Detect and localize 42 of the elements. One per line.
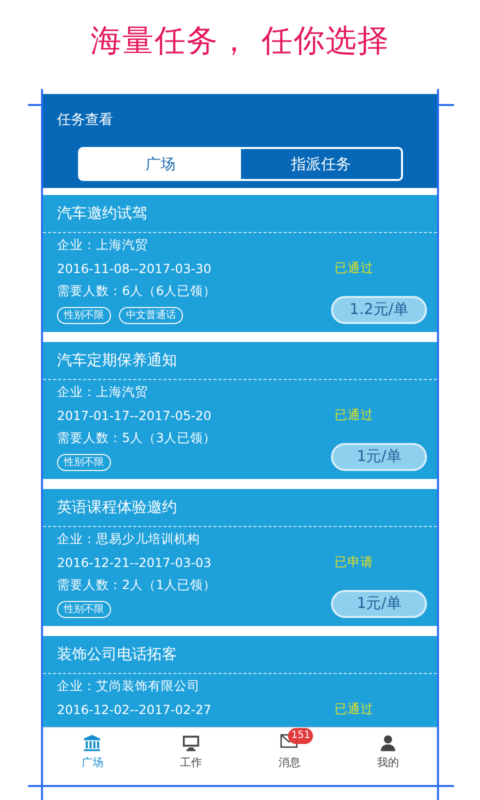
task-title: 装饰公司电话拓客 [43, 636, 437, 674]
task-card[interactable]: 汽车邀约试驾 企业：上海汽贸 2016-11-08--2017-03-30 已通过 需要人数：6人（6人已领） 性别不限 中文普通话 1.2元/单 [43, 194, 437, 332]
tag: 性别不限 [57, 306, 111, 324]
status-text: 已通过 [334, 700, 374, 718]
date-range: 2016-12-21--2017-03-03 [57, 554, 212, 570]
tab[interactable]: 广场 [80, 149, 240, 179]
task-card[interactable]: 装饰公司电话拓客 企业：艾尚装饰有限公司 2016-12-02--2017-02-27 已通过 [43, 636, 437, 728]
task-title: 英语课程体验邀约 [43, 488, 437, 527]
date-range: 2016-12-02--2017-02-27 [57, 702, 212, 717]
task-card[interactable]: 汽车定期保养通知 企业：上海汽贸 2017-01-17--2017-05-20 已通过 需要人数：5人（3人已领） 性别不限 1元/单 [43, 342, 437, 479]
nav-item[interactable]: 我的 [338, 728, 437, 775]
headcount-text: 需要人数：5人（3人已领） [57, 430, 216, 447]
price-button[interactable]: 1.2元/单 [331, 296, 427, 324]
screen-title: 任务查看 [57, 111, 114, 129]
bank-icon [83, 734, 102, 752]
tag: 性别不限 [57, 454, 111, 471]
monitor-icon [182, 734, 200, 752]
status-text: 已申请 [334, 554, 374, 571]
headcount-text: 需要人数：2人（1人已领） [57, 576, 216, 594]
nav-item[interactable]: 工作 [142, 728, 240, 775]
company-text: 企业：思易少儿培训机构 [57, 530, 200, 548]
person-icon [378, 734, 397, 752]
company-text: 企业：上海汽贸 [57, 384, 148, 401]
date-range: 2017-01-17--2017-05-20 [57, 408, 212, 423]
company-text: 企业：艾尚装饰有限公司 [57, 678, 200, 695]
tag: 中文普通话 [119, 306, 183, 324]
task-title: 汽车定期保养通知 [43, 342, 437, 380]
nav-item[interactable]: 广场 [43, 728, 142, 775]
price-button[interactable]: 1元/单 [331, 590, 427, 618]
status-text: 已通过 [334, 260, 374, 277]
task-title: 汽车邀约试驾 [43, 194, 437, 233]
price-button[interactable]: 1元/单 [331, 442, 427, 471]
count-badge: 151 [288, 728, 314, 744]
company-text: 企业：上海汽贸 [57, 236, 148, 254]
headcount-text: 需要人数：6人（6人已领） [57, 282, 216, 300]
nav-item[interactable]: 151 消息 [240, 728, 338, 775]
date-range: 2016-11-08--2017-03-30 [57, 260, 212, 276]
tag: 性别不限 [57, 600, 111, 618]
headline: 海量任务， 任你选择 [90, 22, 390, 61]
status-text: 已通过 [334, 406, 374, 424]
tab[interactable]: 指派任务 [240, 149, 401, 179]
task-card[interactable]: 英语课程体验邀约 企业：思易少儿培训机构 2016-12-21--2017-03-03 已申请 需要人数：2人（1人已领） 性别不限 1元/单 [43, 488, 437, 626]
